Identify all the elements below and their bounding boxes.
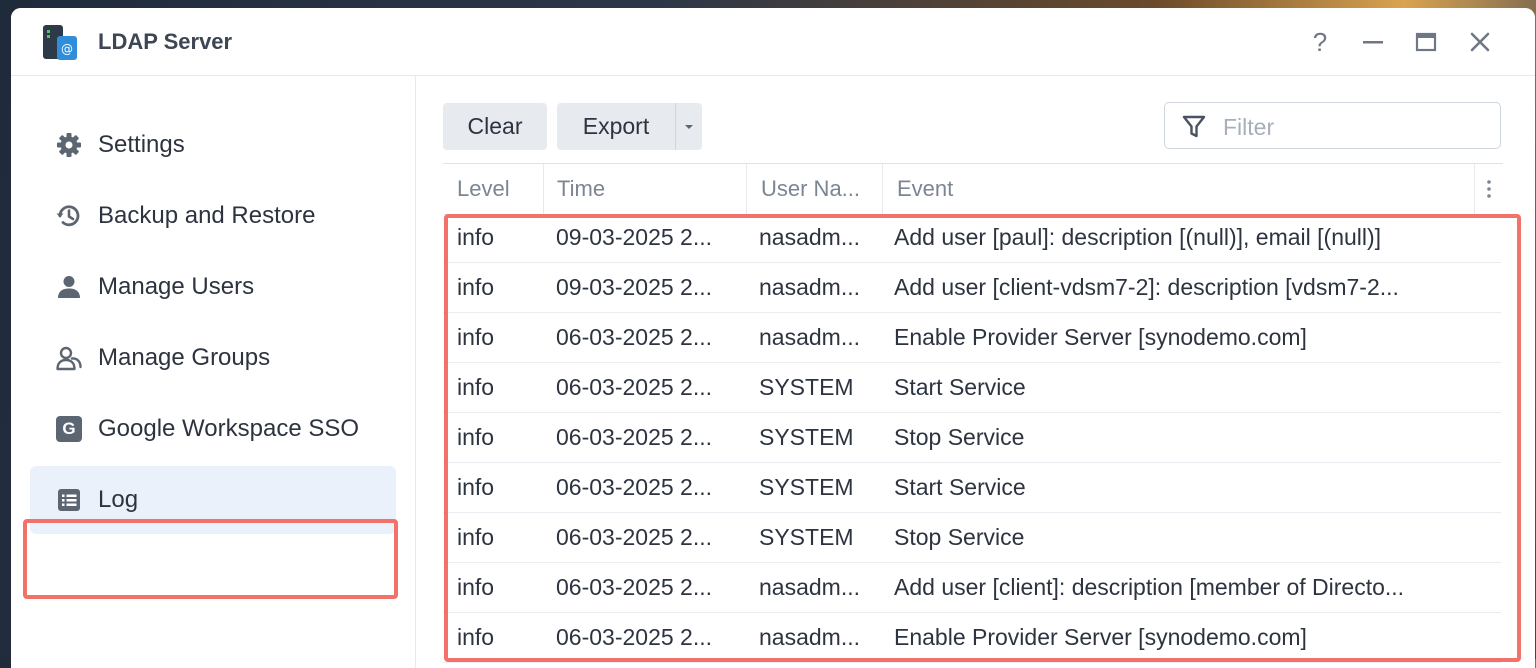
table-row[interactable]: info 06-03-2025 2... SYSTEM Stop Service	[443, 513, 1501, 563]
vertical-dots-icon	[1487, 180, 1491, 198]
sidebar-item-google-workspace-sso[interactable]: G Google Workspace SSO	[30, 395, 396, 463]
table-row[interactable]: info 06-03-2025 2... SYSTEM Start Servic…	[443, 463, 1501, 513]
cell-level: info	[457, 274, 495, 300]
column-header-time[interactable]: Time	[543, 164, 739, 214]
cell-event: Start Service	[894, 474, 1026, 500]
cell-event: Enable Provider Server [synodemo.com]	[894, 324, 1307, 350]
cell-event: Add user [paul]: description [(null)], e…	[894, 224, 1382, 250]
cell-event: Add user [client]: description [member o…	[894, 574, 1405, 600]
sidebar-item-backup-and-restore[interactable]: Backup and Restore	[30, 182, 396, 250]
sidebar-item-manage-groups[interactable]: Manage Groups	[30, 324, 396, 392]
cell-user: nasadm...	[759, 274, 860, 300]
cell-level: info	[457, 574, 495, 600]
minimize-icon	[1363, 41, 1383, 44]
filter-icon	[1182, 115, 1206, 138]
export-dropdown-button[interactable]	[675, 103, 702, 150]
cell-time: 06-03-2025 2...	[556, 524, 713, 550]
cell-time: 06-03-2025 2...	[556, 324, 713, 350]
sidebar-item-label: Log	[98, 486, 139, 513]
export-button[interactable]: Export	[557, 103, 675, 150]
cell-user: nasadm...	[759, 574, 860, 600]
user-icon	[54, 272, 84, 302]
cell-event: Stop Service	[894, 424, 1025, 450]
column-header-event[interactable]: Event	[882, 164, 1462, 214]
cell-user: nasadm...	[759, 624, 860, 650]
cell-level: info	[457, 474, 495, 500]
table-row[interactable]: info 06-03-2025 2... nasadm... Enable Pr…	[443, 313, 1501, 363]
table-row[interactable]: info 06-03-2025 2... SYSTEM Start Servic…	[443, 363, 1501, 413]
sidebar-item-label: Manage Groups	[98, 344, 271, 371]
cell-user: SYSTEM	[759, 474, 854, 500]
cell-time: 06-03-2025 2...	[556, 424, 713, 450]
sidebar-item-label: Backup and Restore	[98, 202, 316, 229]
gear-icon	[54, 130, 84, 160]
sidebar-item-settings[interactable]: Settings	[30, 111, 396, 179]
minimize-button[interactable]	[1355, 24, 1391, 60]
cell-time: 06-03-2025 2...	[556, 474, 713, 500]
maximize-icon	[1415, 32, 1437, 52]
help-icon: ?	[1312, 26, 1328, 57]
sidebar-item-label: Google Workspace SSO	[98, 415, 360, 442]
cell-time: 09-03-2025 2...	[556, 274, 713, 300]
maximize-button[interactable]	[1408, 24, 1444, 60]
filter-input[interactable]	[1221, 109, 1485, 145]
sidebar-item-log[interactable]: Log	[30, 466, 396, 534]
svg-text:@: @	[61, 42, 73, 56]
sidebar-item-label: Manage Users	[98, 273, 255, 300]
history-icon	[54, 201, 84, 231]
column-options-button[interactable]	[1474, 164, 1503, 214]
cell-event: Add user [client-vdsm7-2]: description […	[894, 274, 1399, 300]
close-icon	[1470, 32, 1490, 52]
cell-user: SYSTEM	[759, 524, 854, 550]
window-title: LDAP Server	[98, 29, 233, 54]
cell-level: info	[457, 324, 495, 350]
log-panel: Clear Export Level Time User Na... Event	[416, 76, 1535, 668]
cell-level: info	[457, 424, 495, 450]
table-row[interactable]: info 09-03-2025 2... nasadm... Add user …	[443, 263, 1501, 313]
ldap-server-app-icon: @	[43, 25, 77, 60]
ldap-server-window: @ LDAP Server ? Settings Backup and Rest…	[11, 8, 1535, 668]
cell-time: 06-03-2025 2...	[556, 574, 713, 600]
cell-time: 09-03-2025 2...	[556, 224, 713, 250]
group-icon	[54, 343, 84, 373]
help-button[interactable]: ?	[1302, 24, 1338, 60]
cell-user: SYSTEM	[759, 374, 854, 400]
cell-event: Enable Provider Server [synodemo.com]	[894, 624, 1307, 650]
cell-user: SYSTEM	[759, 424, 854, 450]
table-row[interactable]: info 06-03-2025 2... nasadm... Add user …	[443, 563, 1501, 613]
close-button[interactable]	[1462, 24, 1498, 60]
clear-button[interactable]: Clear	[443, 103, 547, 150]
google-g-glyph: G	[56, 416, 82, 442]
cell-level: info	[457, 374, 495, 400]
cell-level: info	[457, 224, 495, 250]
sidebar-item-manage-users[interactable]: Manage Users	[30, 253, 396, 321]
title-bar: @ LDAP Server ?	[11, 8, 1535, 76]
cell-level: info	[457, 624, 495, 650]
cell-user: nasadm...	[759, 324, 860, 350]
table-header: Level Time User Na... Event	[443, 163, 1503, 215]
cell-event: Stop Service	[894, 524, 1025, 550]
caret-down-icon	[685, 124, 693, 129]
log-table-body: info 09-03-2025 2... nasadm... Add user …	[443, 213, 1501, 663]
cell-time: 06-03-2025 2...	[556, 374, 713, 400]
column-header-level[interactable]: Level	[457, 164, 537, 214]
cell-level: info	[457, 524, 495, 550]
table-row[interactable]: info 06-03-2025 2... nasadm... Enable Pr…	[443, 613, 1501, 663]
column-header-user-name[interactable]: User Na...	[746, 164, 876, 214]
table-row[interactable]: info 09-03-2025 2... nasadm... Add user …	[443, 213, 1501, 263]
google-g-icon: G	[54, 414, 84, 444]
cell-user: nasadm...	[759, 224, 860, 250]
cell-event: Start Service	[894, 374, 1026, 400]
sidebar: Settings Backup and Restore Manage Users	[11, 76, 416, 668]
log-list-icon	[54, 485, 84, 515]
cell-time: 06-03-2025 2...	[556, 624, 713, 650]
table-row[interactable]: info 06-03-2025 2... SYSTEM Stop Service	[443, 413, 1501, 463]
filter-field[interactable]	[1164, 102, 1501, 149]
sidebar-item-label: Settings	[98, 131, 185, 158]
